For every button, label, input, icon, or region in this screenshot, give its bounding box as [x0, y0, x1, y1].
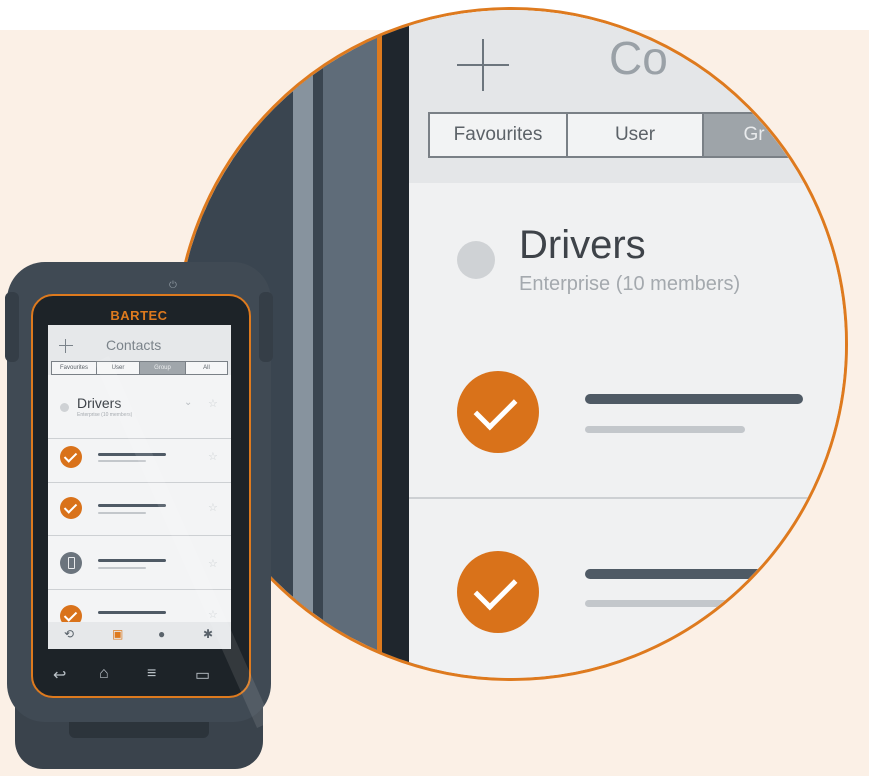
row-divider — [48, 535, 231, 536]
contact-detail-placeholder — [585, 426, 745, 433]
location-icon[interactable]: ● — [158, 627, 165, 641]
tab-bar: Favourites User Group All — [51, 361, 228, 375]
row-divider — [409, 497, 845, 499]
zoomed-screen: Co Favourites User Gr Drivers Enterprise… — [409, 10, 845, 678]
device-frame-highlight — [293, 10, 313, 678]
contact-name-placeholder — [585, 569, 803, 579]
contact-name-placeholder — [98, 559, 166, 562]
contact-name-placeholder — [585, 394, 803, 404]
contact-name-placeholder — [98, 611, 166, 614]
zoomed-tab-bar: Favourites User Gr — [428, 112, 806, 158]
contact-detail-placeholder — [98, 567, 146, 569]
back-icon[interactable]: ↩ — [53, 665, 66, 685]
checkmark-icon[interactable] — [60, 446, 82, 468]
star-icon[interactable]: ☆ — [208, 501, 218, 514]
bottom-tab-bar: ⟲ ▣ ● ✱ — [48, 622, 231, 649]
zoomed-tab-favourites[interactable]: Favourites — [430, 114, 568, 156]
star-icon[interactable]: ☆ — [208, 397, 218, 410]
zoomed-tab-user[interactable]: User — [568, 114, 704, 156]
contact-detail-placeholder — [98, 512, 146, 514]
power-icon: ⏻ — [169, 280, 177, 291]
chevron-down-icon[interactable]: ⌄ — [184, 397, 192, 408]
menu-icon[interactable]: ≡ — [147, 665, 156, 683]
tab-favourites[interactable]: Favourites — [52, 362, 97, 374]
group-name: Drivers — [519, 223, 646, 267]
checkmark-icon[interactable] — [60, 497, 82, 519]
home-icon[interactable]: ⌂ — [99, 665, 109, 683]
plus-icon[interactable] — [59, 339, 73, 353]
screen-bezel — [382, 10, 409, 678]
group-subtitle: Enterprise (10 members) — [519, 273, 741, 295]
recent-apps-icon[interactable]: ▭ — [195, 665, 210, 685]
screen-header: Contacts Favourites User Group All — [48, 325, 231, 375]
contact-name-placeholder — [98, 453, 166, 456]
group-status-dot — [60, 403, 69, 412]
brand-logo: BARTEC — [110, 308, 168, 323]
tab-group[interactable]: Group — [140, 362, 186, 374]
contact-detail-placeholder — [585, 600, 745, 607]
checkmark-icon[interactable] — [457, 551, 539, 633]
side-bumper-left — [5, 292, 19, 362]
screen-title: Contacts — [106, 337, 162, 353]
star-icon[interactable]: ☆ — [208, 557, 218, 570]
zoomed-header: Co Favourites User Gr — [409, 10, 845, 183]
zoomed-title: Co — [609, 32, 668, 84]
plus-icon[interactable] — [457, 39, 509, 91]
side-bumper-right — [259, 292, 273, 362]
tab-all[interactable]: All — [186, 362, 227, 374]
rugged-phone: ⏻ BARTEC Contacts Favourites User Group … — [5, 262, 273, 770]
checkmark-icon[interactable] — [457, 371, 539, 453]
history-icon[interactable]: ⟲ — [64, 627, 74, 641]
contacts-icon[interactable]: ▣ — [112, 627, 123, 641]
settings-icon[interactable]: ✱ — [203, 627, 213, 641]
zoomed-tab-group[interactable]: Gr — [704, 114, 804, 156]
star-icon[interactable]: ☆ — [208, 450, 218, 463]
group-status-dot — [457, 241, 495, 279]
magnified-view: Co Favourites User Gr Drivers Enterprise… — [174, 7, 848, 681]
contact-name-placeholder — [98, 504, 166, 507]
device-icon[interactable] — [60, 552, 82, 574]
row-divider — [48, 482, 231, 483]
